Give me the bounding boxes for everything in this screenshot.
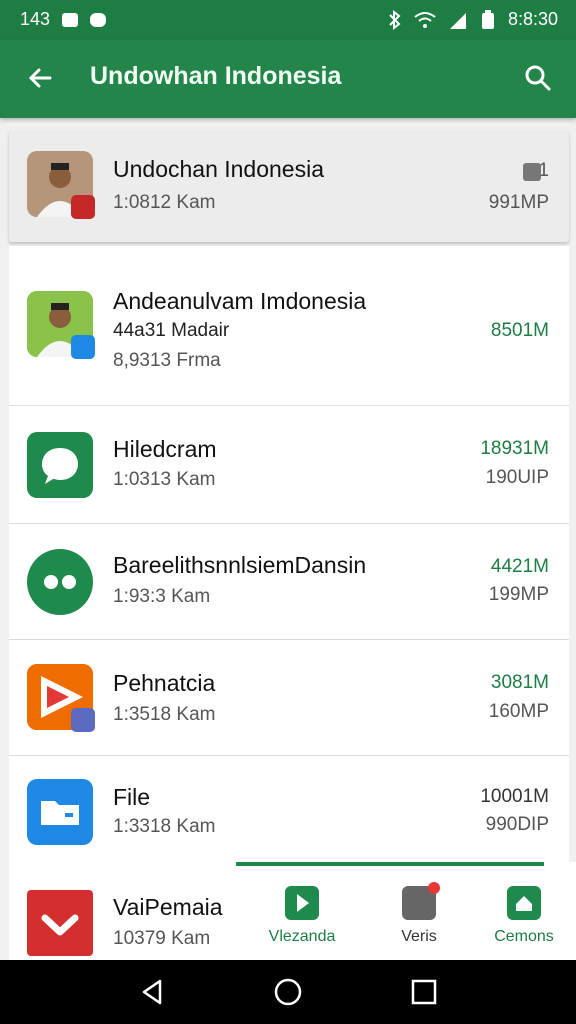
- folder-icon: [27, 779, 93, 845]
- list-item[interactable]: BareelithsnnlsiemDansin 1:93:3 Kam 4421M…: [9, 524, 569, 640]
- app-list: Undochan Indonesia 1:0812 Kam 1 991MP An…: [0, 118, 576, 960]
- app-size: 10001M: [480, 786, 549, 807]
- badge-icon: [71, 335, 95, 359]
- play-icon: [27, 664, 95, 732]
- app-name: File: [113, 784, 151, 810]
- tab-label: Veris: [401, 928, 437, 945]
- check-icon: [27, 890, 93, 956]
- back-icon[interactable]: [136, 976, 168, 1008]
- badge-icon: [71, 708, 95, 732]
- tab-label: Vlezanda: [268, 928, 336, 945]
- app-name: Pehnatcia: [113, 670, 216, 696]
- home-icon: [507, 886, 541, 920]
- game-icon: [90, 12, 107, 27]
- app-name: Hiledcram: [113, 436, 217, 462]
- page-title: Undowhan Indonesia: [90, 62, 342, 90]
- search-icon[interactable]: [522, 62, 554, 94]
- arrow-back-icon[interactable]: [24, 62, 56, 94]
- app-name: Undochan Indonesia: [113, 156, 324, 182]
- wifi-icon: [414, 11, 436, 28]
- list-item[interactable]: File 1:3318 Kam 10001M 990DIP: [9, 756, 569, 864]
- battery-icon: [481, 9, 494, 29]
- status-bar: 143 8:8:30: [0, 0, 576, 40]
- bottom-navigation: Vlezanda Veris Cemons: [236, 862, 576, 960]
- app-size-secondary: 990DIP: [485, 814, 549, 835]
- app-size-secondary: 199MP: [488, 584, 549, 605]
- system-navigation-bar: [0, 960, 576, 1024]
- app-name: VaiPemaia: [113, 894, 223, 920]
- app-bar: Undowhan Indonesia: [0, 40, 576, 118]
- app-subtitle: 1:0313 Kam: [113, 469, 216, 490]
- bluetooth-icon: [389, 9, 401, 30]
- app-subtitle-secondary: 8,9313 Frma: [113, 350, 221, 371]
- home-button-icon[interactable]: [272, 976, 304, 1008]
- portrait-icon: [27, 151, 95, 219]
- app-size: 18931M: [480, 438, 549, 459]
- signal-icon: [449, 12, 466, 29]
- app-subtitle: 1:0812 Kam: [113, 192, 216, 213]
- status-clock: 8:8:30: [507, 9, 558, 29]
- app-name: BareelithsnnlsiemDansin: [113, 552, 367, 578]
- app-size-secondary: 160MP: [488, 701, 549, 722]
- tab-cemons[interactable]: Cemons: [474, 886, 574, 946]
- flag-icon: [285, 886, 319, 920]
- tab-vlezanda[interactable]: Vlezanda: [252, 886, 352, 946]
- app-subtitle: 44a31 Madair: [113, 320, 230, 341]
- status-time: 143: [20, 9, 51, 29]
- app-size: 4421M: [490, 556, 549, 577]
- app-size-secondary: 991MP: [488, 192, 549, 213]
- dots-icon: [27, 549, 93, 615]
- app-subtitle: 1:3318 Kam: [113, 816, 216, 837]
- image-icon: [523, 163, 541, 181]
- app-size: 3081M: [490, 672, 549, 693]
- portrait-icon: [27, 291, 95, 359]
- tab-label: Cemons: [494, 928, 554, 945]
- list-item[interactable]: Undochan Indonesia 1:0812 Kam 1 991MP: [9, 130, 569, 242]
- chat-bubble-icon: [27, 432, 93, 498]
- list-item[interactable]: Pehnatcia 1:3518 Kam 3081M 160MP: [9, 640, 569, 756]
- recents-icon[interactable]: [408, 976, 440, 1008]
- image-icon: [62, 12, 79, 27]
- tab-indicator: [236, 862, 544, 866]
- app-subtitle: 10379 Kam: [113, 928, 211, 949]
- app-name: Andeanulvam Imdonesia: [113, 288, 367, 314]
- app-size: 8501M: [490, 320, 549, 341]
- app-subtitle: 1:93:3 Kam: [113, 586, 211, 607]
- app-subtitle: 1:3518 Kam: [113, 704, 216, 725]
- badge-icon: [71, 195, 95, 219]
- screen-icon: [402, 882, 440, 920]
- app-size-secondary: 190UIP: [485, 467, 549, 488]
- notification-dot: [428, 882, 440, 894]
- list-item[interactable]: Andeanulvam Imdonesia 44a31 Madair 8,931…: [9, 246, 569, 406]
- list-item[interactable]: Hiledcram 1:0313 Kam 18931M 190UIP: [9, 406, 569, 524]
- tab-veris[interactable]: Veris: [369, 882, 469, 946]
